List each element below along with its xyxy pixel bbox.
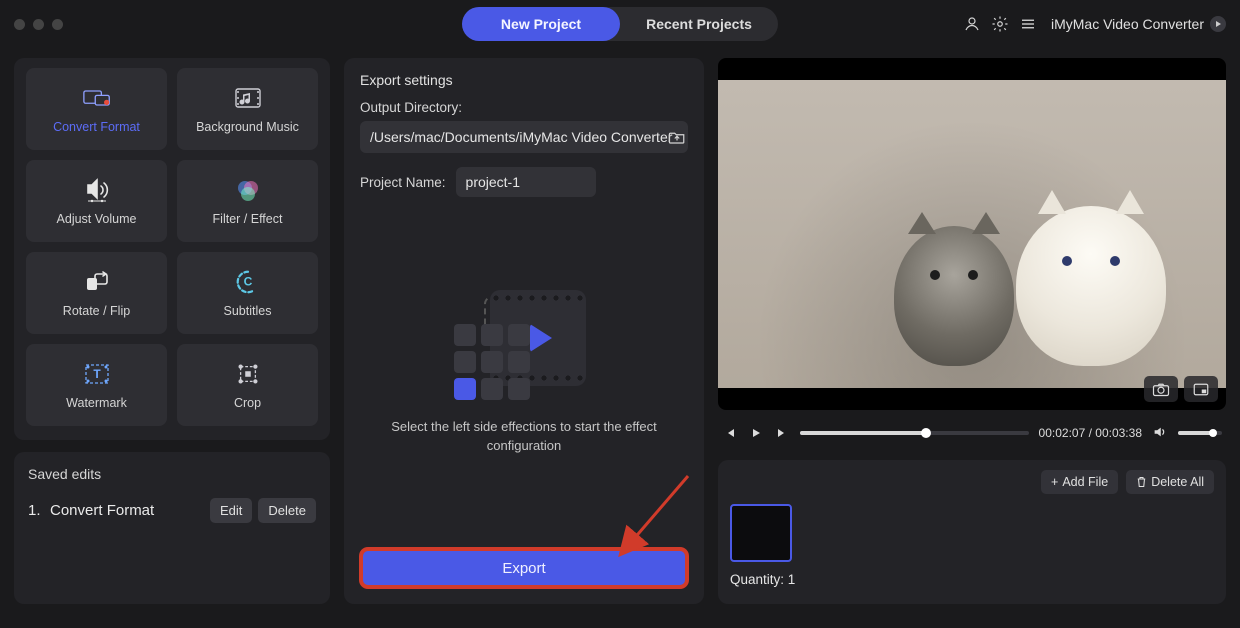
app-title-label: iMyMac Video Converter bbox=[1051, 16, 1204, 32]
saved-edits-panel: Saved edits 1. Convert Format Edit Delet… bbox=[14, 452, 330, 604]
sidebar-item-label: Adjust Volume bbox=[57, 212, 137, 226]
fullscreen-icon[interactable] bbox=[1184, 376, 1218, 402]
file-queue-panel: +Add File Delete All Quantity: 1 bbox=[718, 460, 1226, 604]
sidebar-item-label: Watermark bbox=[66, 396, 127, 410]
browse-folder-icon[interactable] bbox=[666, 126, 688, 148]
volume-icon bbox=[83, 176, 111, 204]
tab-new-project[interactable]: New Project bbox=[462, 7, 620, 41]
sidebar-item-filter-effect[interactable]: Filter / Effect bbox=[177, 160, 318, 242]
sidebar-item-crop[interactable]: Crop bbox=[177, 344, 318, 426]
close-window-button[interactable] bbox=[14, 19, 25, 30]
video-frame[interactable] bbox=[718, 80, 1226, 388]
window-controls bbox=[14, 19, 63, 30]
rotate-icon bbox=[83, 268, 111, 296]
saved-edit-number: 1. bbox=[28, 502, 44, 519]
export-button[interactable]: Export bbox=[360, 548, 688, 588]
snapshot-icon[interactable] bbox=[1144, 376, 1178, 402]
export-settings-title: Export settings bbox=[360, 72, 688, 88]
sidebar-item-watermark[interactable]: T Watermark bbox=[26, 344, 167, 426]
music-icon bbox=[234, 84, 262, 112]
sidebar-item-background-music[interactable]: Background Music bbox=[177, 68, 318, 150]
saved-edit-name: Convert Format bbox=[50, 502, 204, 519]
saved-edits-title: Saved edits bbox=[28, 466, 316, 482]
saved-edit-row: 1. Convert Format Edit Delete bbox=[28, 498, 316, 523]
minimize-window-button[interactable] bbox=[33, 19, 44, 30]
center-illustration: Select the left side effections to start… bbox=[360, 197, 688, 548]
add-file-button[interactable]: +Add File bbox=[1041, 470, 1118, 494]
svg-text:T: T bbox=[93, 367, 101, 381]
sidebar-item-subtitles[interactable]: C Subtitles bbox=[177, 252, 318, 334]
edit-button[interactable]: Edit bbox=[210, 498, 252, 523]
sidebar-item-label: Crop bbox=[234, 396, 261, 410]
sidebar-item-label: Rotate / Flip bbox=[63, 304, 130, 318]
sidebar-item-convert-format[interactable]: Convert Format bbox=[26, 68, 167, 150]
account-icon[interactable] bbox=[963, 15, 981, 33]
effects-grid-icon bbox=[444, 314, 540, 410]
file-quantity: Quantity: 1 bbox=[730, 572, 1214, 587]
output-directory-input[interactable]: /Users/mac/Documents/iMyMac Video Conver… bbox=[360, 121, 688, 153]
sidebar-item-label: Convert Format bbox=[53, 120, 140, 134]
svg-text:C: C bbox=[243, 275, 252, 289]
output-directory-label: Output Directory: bbox=[360, 100, 688, 115]
filter-icon bbox=[234, 176, 262, 204]
prev-button[interactable] bbox=[722, 425, 738, 441]
menu-icon[interactable] bbox=[1019, 15, 1037, 33]
app-play-icon bbox=[1210, 16, 1226, 32]
player-controls: 00:02:07 / 00:03:38 bbox=[718, 416, 1226, 450]
maximize-window-button[interactable] bbox=[52, 19, 63, 30]
settings-icon[interactable] bbox=[991, 15, 1009, 33]
next-button[interactable] bbox=[774, 425, 790, 441]
video-preview bbox=[718, 58, 1226, 410]
tool-grid: Convert Format Background Music Adjust V… bbox=[14, 58, 330, 440]
delete-all-button[interactable]: Delete All bbox=[1126, 470, 1214, 494]
play-button[interactable] bbox=[748, 425, 764, 441]
project-name-input[interactable]: project-1 bbox=[456, 167, 596, 197]
app-header: New Project Recent Projects iMyMac Video… bbox=[0, 0, 1240, 48]
mute-icon[interactable] bbox=[1152, 425, 1168, 441]
playback-time: 00:02:07 / 00:03:38 bbox=[1039, 426, 1142, 440]
project-name-label: Project Name: bbox=[360, 175, 446, 190]
sidebar-item-rotate-flip[interactable]: Rotate / Flip bbox=[26, 252, 167, 334]
subtitles-icon: C bbox=[234, 268, 262, 296]
sidebar-item-adjust-volume[interactable]: Adjust Volume bbox=[26, 160, 167, 242]
left-sidebar: Convert Format Background Music Adjust V… bbox=[14, 58, 330, 604]
sidebar-item-label: Subtitles bbox=[224, 304, 272, 318]
tab-recent-projects[interactable]: Recent Projects bbox=[620, 7, 778, 41]
progress-bar[interactable] bbox=[800, 431, 1029, 435]
export-settings-panel: Export settings Output Directory: /Users… bbox=[344, 58, 704, 604]
crop-icon bbox=[234, 360, 262, 388]
sidebar-item-label: Filter / Effect bbox=[213, 212, 283, 226]
watermark-icon: T bbox=[83, 360, 111, 388]
delete-button[interactable]: Delete bbox=[258, 498, 316, 523]
volume-slider[interactable] bbox=[1178, 431, 1222, 435]
project-tabs: New Project Recent Projects bbox=[462, 7, 778, 41]
sidebar-item-label: Background Music bbox=[196, 120, 299, 134]
convert-format-icon bbox=[83, 84, 111, 112]
configuration-hint: Select the left side effections to start… bbox=[360, 418, 688, 454]
file-thumbnail[interactable] bbox=[730, 504, 792, 562]
app-title: iMyMac Video Converter bbox=[1051, 16, 1226, 32]
